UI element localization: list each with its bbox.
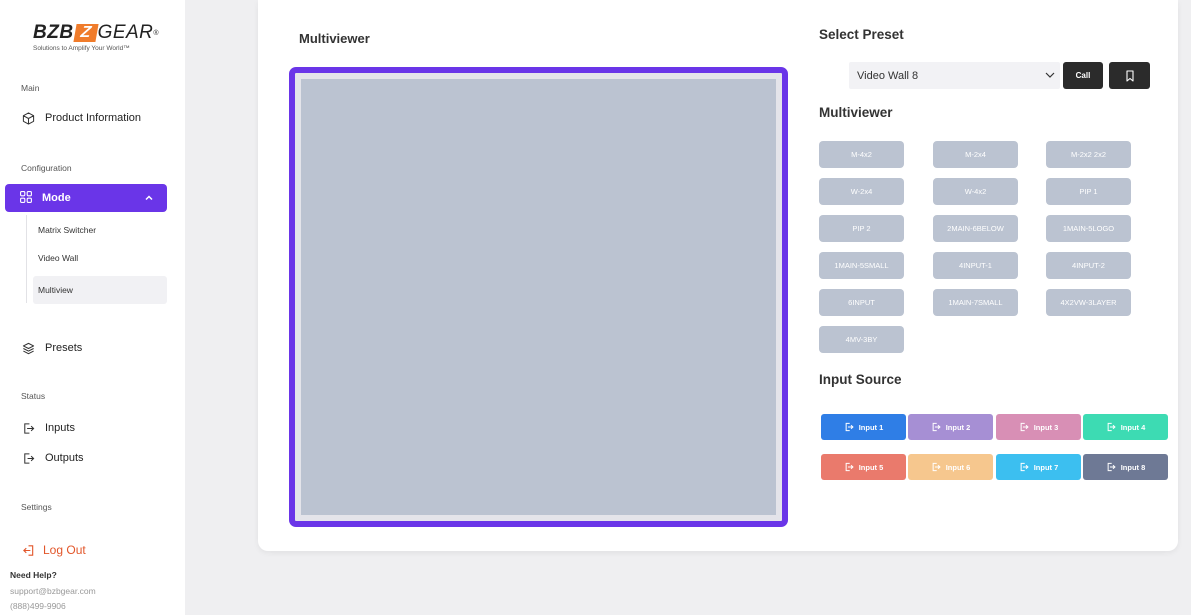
input-icon [844,422,854,432]
nav-product-information[interactable]: Product Information [21,111,141,125]
input-source-label: Input 4 [1120,422,1146,432]
layout-button[interactable]: 4INPUT-1 [933,252,1018,279]
layout-button[interactable]: 1MAIN-5SMALL [819,252,904,279]
input-source-button[interactable]: Input 8 [1083,454,1168,480]
nav-sub-matrix-switcher[interactable]: Matrix Switcher [33,216,167,244]
nav-label: Outputs [45,452,84,464]
section-label-settings: Settings [21,502,52,512]
input-source-label: Input 3 [1033,422,1059,432]
layout-button[interactable]: 4INPUT-2 [1046,252,1131,279]
select-preset-title: Select Preset [819,27,904,42]
chevron-down-icon [1044,69,1056,84]
layout-button[interactable]: M-2x2 2x2 [1046,141,1131,168]
input-icon [1106,422,1116,432]
bookmark-icon [1125,69,1135,82]
layout-button[interactable]: W-2x4 [819,178,904,205]
chevron-up-icon [145,193,153,205]
preset-select[interactable]: Video Wall 8 [849,62,1060,89]
help-email[interactable]: support@bzbgear.com [10,586,96,596]
input-source-button[interactable]: Input 3 [996,414,1081,440]
nav-label: Product Information [45,112,141,124]
input-source-label: Input 5 [858,462,884,472]
layout-button[interactable]: PIP 2 [819,215,904,242]
layers-icon [21,341,35,355]
input-source-label: Input 2 [945,422,971,432]
nav-sub-video-wall[interactable]: Video Wall [33,244,167,272]
nav-inputs[interactable]: Inputs [21,421,75,435]
input-source-label: Input 8 [1120,462,1146,472]
layout-button[interactable]: 1MAIN-7SMALL [933,289,1018,316]
layout-button[interactable]: 6INPUT [819,289,904,316]
preset-select-value: Video Wall 8 [857,69,919,82]
section-label-configuration: Configuration [21,163,72,173]
input-icon [931,422,941,432]
section-label-status: Status [21,391,46,401]
help-title: Need Help? [10,570,57,580]
cube-icon [21,111,35,125]
output-icon [21,451,35,465]
logo-wordmark: BZB Z GEAR ® [33,22,160,43]
input-icon [1019,462,1029,472]
help-phone[interactable]: (888)499-9906 [10,601,66,611]
layout-button[interactable]: M-4x2 [819,141,904,168]
input-source-button[interactable]: Input 2 [908,414,993,440]
nav-label: Inputs [45,422,75,434]
call-preset-button[interactable]: Call [1063,62,1103,89]
section-label-main: Main [21,83,40,93]
layout-button[interactable]: 4MV-3BY [819,326,904,353]
input-icon [931,462,941,472]
nav-sub-multiview[interactable]: Multiview [33,276,167,304]
nav-label: Presets [45,342,83,354]
save-preset-button[interactable] [1109,62,1150,89]
multiviewer-preview[interactable] [289,67,788,527]
input-icon [1106,462,1116,472]
nav-presets[interactable]: Presets [21,341,82,355]
logout-button[interactable]: Log Out [22,543,86,557]
input-source-title: Input Source [819,372,902,387]
input-source-label: Input 6 [945,462,971,472]
input-source-button[interactable]: Input 4 [1083,414,1168,440]
input-source-button[interactable]: Input 1 [821,414,906,440]
input-source-label: Input 1 [858,422,884,432]
brand-logo[interactable]: BZB Z GEAR ® Solutions to Amplify Your W… [33,22,163,52]
input-source-button[interactable]: Input 7 [996,454,1081,480]
grid-icon [20,191,34,205]
logout-icon [22,544,35,557]
layout-button[interactable]: 4X2VW-3LAYER [1046,289,1131,316]
layout-button[interactable]: M-2x4 [933,141,1018,168]
input-icon [21,421,35,435]
preview-canvas [301,79,776,515]
submenu-guide-line [26,215,27,303]
nav-mode[interactable]: Mode [5,184,167,212]
layout-button[interactable]: 1MAIN-5LOGO [1046,215,1131,242]
nav-outputs[interactable]: Outputs [21,451,84,465]
logout-label: Log Out [43,543,86,557]
multiviewer-title: Multiviewer [299,31,370,46]
input-icon [1019,422,1029,432]
logo-tagline: Solutions to Amplify Your World™ [33,45,130,52]
layout-button[interactable]: W-4x2 [933,178,1018,205]
input-source-button[interactable]: Input 6 [908,454,993,480]
nav-label: Mode [42,192,71,204]
input-source-label: Input 7 [1033,462,1059,472]
multiviewer-layouts-title: Multiviewer [819,105,893,120]
layout-button[interactable]: 2MAIN-6BELOW [933,215,1018,242]
input-source-button[interactable]: Input 5 [821,454,906,480]
input-icon [844,462,854,472]
layout-button[interactable]: PIP 1 [1046,178,1131,205]
sidebar: BZB Z GEAR ® Solutions to Amplify Your W… [0,0,185,615]
